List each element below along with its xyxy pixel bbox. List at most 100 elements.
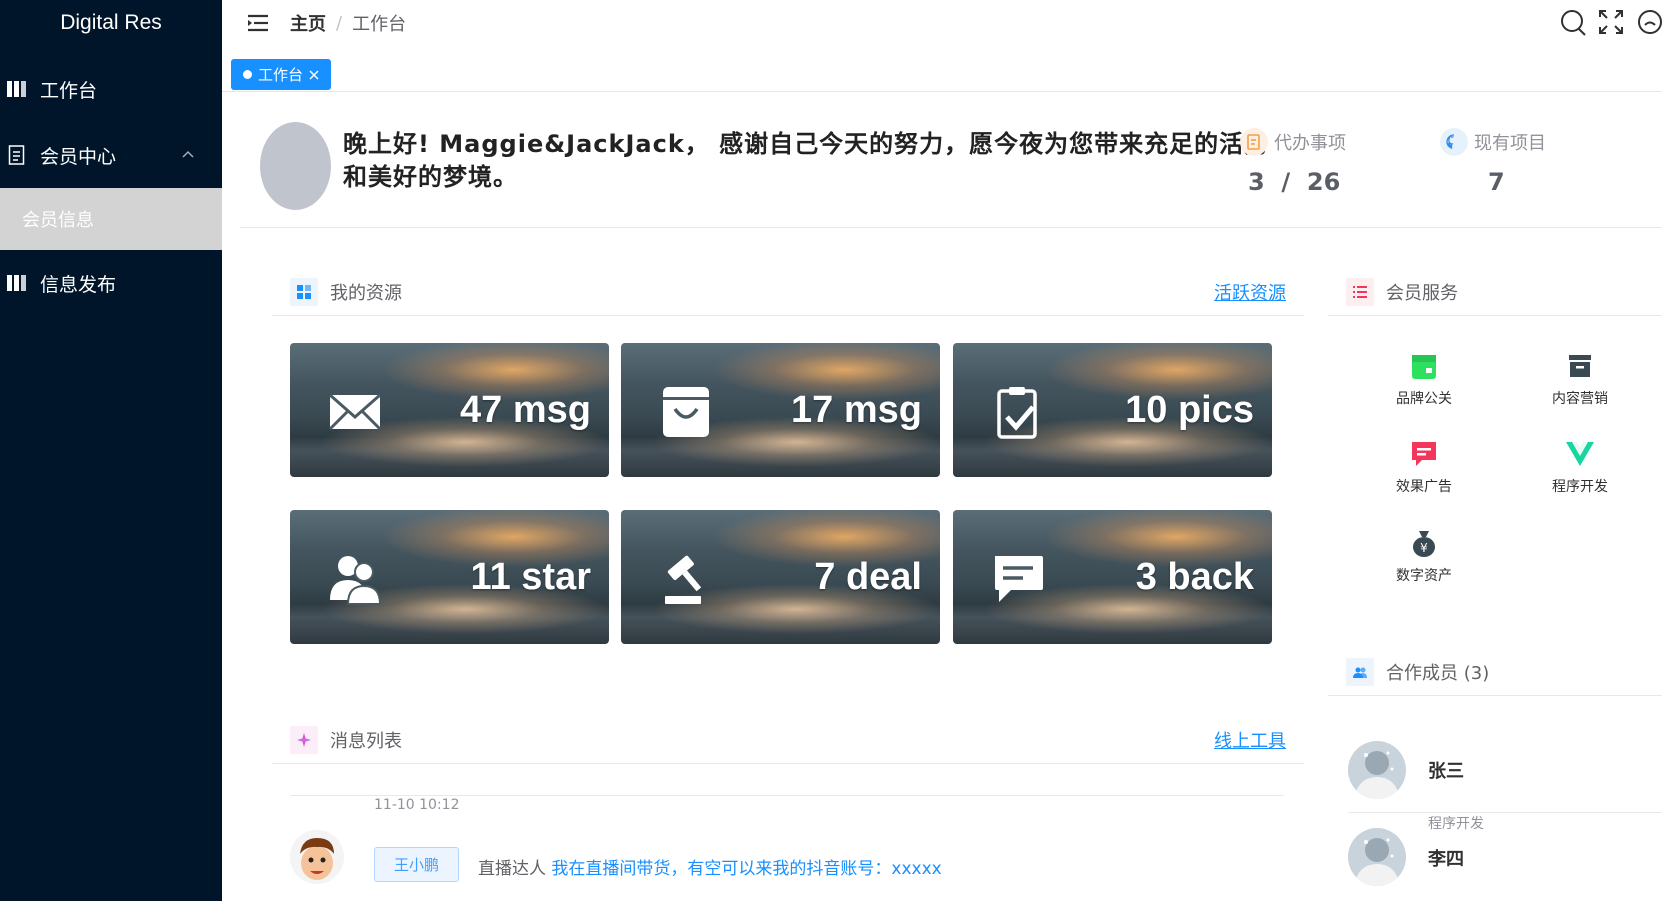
sidebar: Digital Res 工作台 会员中心 会员信息 信息发布 xyxy=(0,0,222,901)
divider xyxy=(290,795,1284,796)
money-bag-icon: ¥ xyxy=(1413,531,1435,557)
stat-value: 7 xyxy=(1488,168,1505,196)
welcome-panel: 晚上好! Maggie&JackJack， 感谢自己今天的努力，愿今夜为您带来充… xyxy=(240,96,1662,228)
sidebar-item-label: 会员信息 xyxy=(22,210,94,231)
member-name: 张三 xyxy=(1428,761,1464,782)
section-title: 合作成员 (3) xyxy=(1386,662,1490,684)
sidebar-item-publish[interactable]: 信息发布 xyxy=(0,250,222,316)
breadcrumb-separator: / xyxy=(336,12,343,34)
service-content-marketing[interactable]: 内容营销 xyxy=(1515,350,1645,408)
chat-icon xyxy=(995,556,1043,602)
sidebar-item-label: 会员中心 xyxy=(40,145,117,168)
app-root: Digital Res 工作台 会员中心 会员信息 信息发布 主页 / 工作台 … xyxy=(0,0,1662,901)
resource-card-shop[interactable]: 17 msg xyxy=(621,343,940,477)
github-icon xyxy=(1440,128,1468,156)
pinwheel-icon xyxy=(290,725,318,754)
gavel-icon xyxy=(665,555,702,604)
services-header: 会员服务 xyxy=(1328,268,1662,316)
greeting-text: 晚上好! Maggie&JackJack， 感谢自己今天的努力，愿今夜为您带来充… xyxy=(343,130,1270,191)
card-value: 17 msg xyxy=(791,389,922,431)
sender-role: 直播达人 xyxy=(478,859,546,879)
breadcrumb-current: 工作台 xyxy=(352,14,407,35)
sidebar-item-label: 信息发布 xyxy=(40,273,117,296)
message-content: 直播达人 我在直播间带货，有空可以来我的抖音账号：xxxxx xyxy=(478,854,942,879)
search-icon[interactable] xyxy=(1560,8,1586,36)
message-icon xyxy=(1412,442,1436,466)
app-logo[interactable]: Digital Res xyxy=(0,0,222,46)
clipboard-check-icon xyxy=(997,387,1037,439)
member-row[interactable]: 张三 xyxy=(1348,737,1662,813)
resource-card-star[interactable]: 11 star xyxy=(290,510,609,644)
calendar-icon xyxy=(1412,355,1436,379)
fullscreen-icon[interactable] xyxy=(1598,8,1624,36)
archive-icon xyxy=(1569,355,1591,377)
todo-icon xyxy=(1240,128,1268,156)
active-dot xyxy=(243,70,252,79)
tab-label: 工作台 xyxy=(258,66,304,84)
member-row[interactable]: 程序开发 李四 xyxy=(1348,813,1662,901)
section-title: 会员服务 xyxy=(1386,282,1458,304)
sidebar-item-member-center[interactable]: 会员中心 xyxy=(0,122,222,188)
mail-icon xyxy=(328,393,382,431)
messages-header: 消息列表 线上工具 xyxy=(272,716,1304,764)
section-title: 消息列表 xyxy=(330,730,402,752)
active-resources-link[interactable]: 活跃资源 xyxy=(1214,279,1286,305)
dashboard-icon xyxy=(6,78,28,100)
stat-label: 代办事项 xyxy=(1274,133,1346,154)
breadcrumb: 主页 / 工作台 xyxy=(290,10,406,36)
member-avatar xyxy=(1348,741,1406,799)
users-icon xyxy=(330,556,382,605)
section-title: 我的资源 xyxy=(330,282,402,304)
resources-header: 我的资源 活跃资源 xyxy=(272,268,1304,316)
resource-card-back[interactable]: 3 back xyxy=(953,510,1272,644)
list-icon xyxy=(1346,277,1374,306)
service-ads[interactable]: 效果广告 xyxy=(1359,438,1489,496)
menu-fold-icon[interactable] xyxy=(248,14,268,32)
service-brand-pr[interactable]: 品牌公关 xyxy=(1359,350,1489,408)
close-icon[interactable] xyxy=(309,69,319,80)
card-value: 10 pics xyxy=(1125,389,1254,431)
service-digital-assets[interactable]: ¥ 数字资产 xyxy=(1359,527,1489,585)
sidebar-item-workbench[interactable]: 工作台 xyxy=(0,56,222,122)
vue-icon xyxy=(1566,442,1594,466)
card-value: 11 star xyxy=(470,556,591,598)
tab-workbench[interactable]: 工作台 xyxy=(231,59,332,90)
header-actions xyxy=(1560,8,1662,36)
message-avatar xyxy=(290,830,344,884)
message-text[interactable]: 我在直播间带货，有空可以来我的抖音账号：xxxxx xyxy=(551,859,941,879)
tags-view: 工作台 xyxy=(222,52,1662,92)
service-label: 品牌公关 xyxy=(1396,391,1452,407)
breadcrumb-home[interactable]: 主页 xyxy=(290,10,326,36)
card-value: 3 back xyxy=(1135,556,1254,598)
resource-card-pics[interactable]: 10 pics xyxy=(953,343,1272,477)
member-avatar xyxy=(1348,828,1406,886)
team-icon xyxy=(1346,657,1374,686)
member-role: 程序开发 xyxy=(1428,816,1484,832)
resource-card-mail[interactable]: 47 msg xyxy=(290,343,609,477)
grid-icon xyxy=(290,277,318,306)
sidebar-item-label: 工作台 xyxy=(40,79,98,102)
partners-header: 合作成员 (3) xyxy=(1328,648,1662,696)
stat-projects[interactable]: 现有项目 7 xyxy=(1440,128,1546,196)
online-tools-link[interactable]: 线上工具 xyxy=(1214,727,1286,753)
sidebar-item-member-info[interactable]: 会员信息 xyxy=(0,188,222,250)
service-label: 数字资产 xyxy=(1396,568,1452,584)
service-dev[interactable]: 程序开发 xyxy=(1515,438,1645,496)
svg-text:¥: ¥ xyxy=(1420,541,1428,555)
card-value: 47 msg xyxy=(460,389,591,431)
chevron-up-icon[interactable] xyxy=(180,146,196,162)
top-header: 主页 / 工作台 xyxy=(222,0,1662,46)
sender-tag[interactable]: 王小鹏 xyxy=(374,847,459,882)
stat-label: 现有项目 xyxy=(1474,133,1546,154)
user-face-icon[interactable] xyxy=(1636,8,1662,36)
shopping-bag-icon xyxy=(663,387,709,437)
document-icon xyxy=(6,144,28,166)
stat-value: 3 / 26 xyxy=(1248,168,1341,196)
avatar[interactable] xyxy=(260,122,331,210)
stat-todo[interactable]: 代办事项 3 / 26 xyxy=(1240,128,1346,196)
resource-card-deal[interactable]: 7 deal xyxy=(621,510,940,644)
service-label: 内容营销 xyxy=(1552,391,1608,407)
service-label: 程序开发 xyxy=(1552,479,1608,495)
member-name: 李四 xyxy=(1428,849,1464,870)
service-label: 效果广告 xyxy=(1396,479,1452,495)
